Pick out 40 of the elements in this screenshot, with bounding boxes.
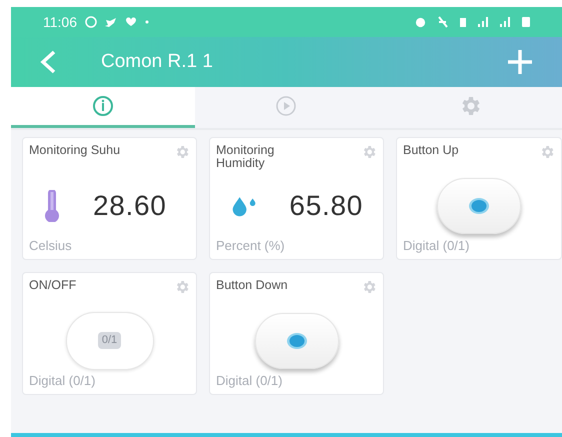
dot-icon (468, 196, 490, 215)
bird-icon (105, 16, 117, 28)
widget-title: Button Down (216, 279, 288, 292)
widget-title: Button Up (403, 144, 459, 157)
widget-title: Monitoring Suhu (29, 144, 120, 157)
widget-card[interactable]: Monitoring Suhu 28.60 Celsius (22, 137, 197, 260)
widget-unit: Digital (0/1) (215, 372, 284, 390)
heart-icon (125, 17, 137, 27)
dot-icon (145, 20, 149, 24)
gear-icon (174, 279, 190, 295)
gear-icon (361, 144, 377, 160)
sensor-value: 28.60 (93, 188, 167, 223)
push-button[interactable] (254, 312, 338, 369)
widget-title: Monitoring Humidity (216, 144, 276, 170)
widget-card[interactable]: Button Up Digital (0/1) (396, 137, 562, 260)
widget-unit: Percent (%) (215, 236, 286, 255)
back-icon[interactable] (39, 50, 57, 74)
gear-icon (361, 279, 377, 295)
status-time: 11:06 (43, 12, 77, 32)
widget-card[interactable]: Monitoring Humidity 65.80 Percent (%) (209, 137, 384, 260)
gear-icon (539, 144, 555, 160)
signal-icon (478, 17, 488, 27)
header-title: Comon R.1 1 (101, 50, 213, 74)
dot-icon (286, 332, 308, 350)
play-icon (275, 95, 298, 117)
switch-label: 0/1 (98, 332, 122, 349)
widget-unit: Digital (0/1) (28, 372, 96, 390)
thermometer-icon (43, 190, 61, 222)
push-button[interactable] (437, 178, 521, 234)
tab[interactable] (11, 87, 195, 128)
widget-unit: Celsius (28, 236, 73, 254)
signal-icon (500, 17, 510, 27)
add-icon[interactable] (506, 48, 534, 76)
sensor-value: 65.80 (289, 188, 363, 223)
widget-card[interactable]: ON/OFF 0/1 Digital (0/1) (22, 272, 197, 395)
widget-unit: Digital (0/1) (402, 236, 470, 255)
widget-title: ON/OFF (29, 279, 76, 292)
battery-icon (522, 17, 530, 27)
gear-icon (174, 144, 190, 160)
widget-card[interactable]: Button Down Digital (0/1) (209, 272, 384, 395)
